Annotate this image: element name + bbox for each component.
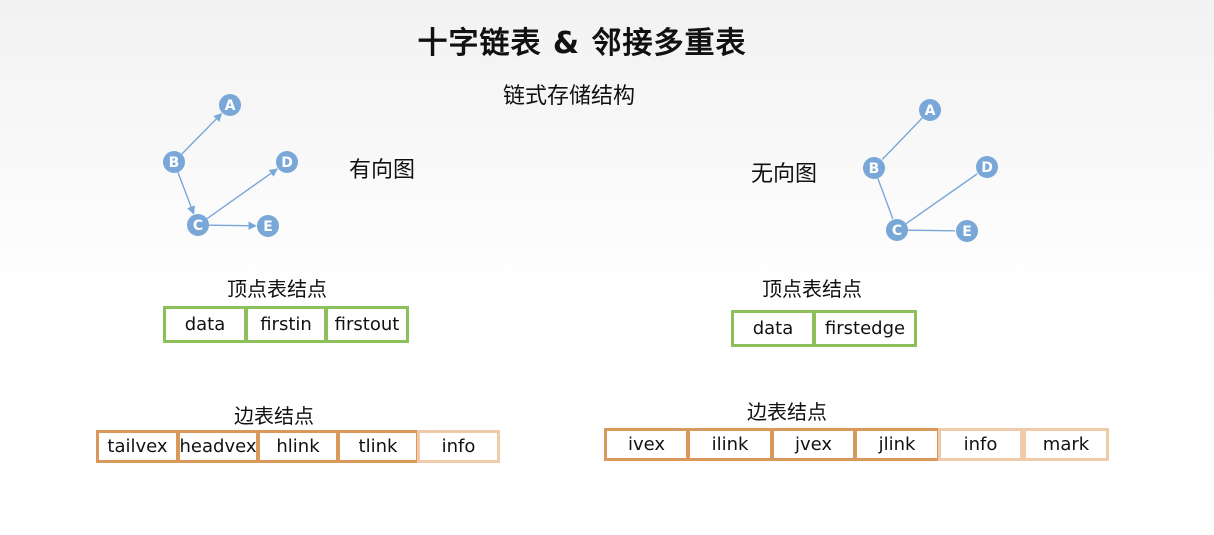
directed-vertex-heading: 顶点表结点 (227, 277, 327, 301)
undirected-graph: A B C D E (863, 99, 998, 242)
undirected-vertex-node: data firstedge (731, 310, 917, 347)
edge-c-e (208, 221, 257, 230)
undirected-vertex-heading: 顶点表结点 (762, 277, 862, 301)
node-label-d: D (281, 155, 293, 171)
node-label-e: E (263, 219, 273, 235)
directed-graph-label: 有向图 (349, 158, 416, 183)
node-label-b: B (869, 161, 880, 177)
edge-field-tlink: tlink (337, 430, 419, 463)
node-label-b: B (169, 155, 180, 171)
edge-b-a (181, 112, 223, 155)
edge-field-info: info (938, 428, 1023, 461)
undirected-edge-heading: 边表结点 (747, 400, 827, 424)
node-label-d: D (981, 160, 993, 176)
edge-field-tailvex: tailvex (96, 430, 179, 463)
edge-c-d (905, 173, 978, 225)
vertex-field-firstedge: firstedge (813, 310, 917, 347)
edge-b-c (877, 178, 894, 219)
edge-field-ilink: ilink (687, 428, 773, 461)
undirected-graph-label: 无向图 (751, 162, 818, 187)
node-label-c: C (892, 223, 902, 239)
vertex-field-firstin: firstin (245, 306, 327, 343)
edge-field-jvex: jvex (771, 428, 856, 461)
edge-field-info: info (417, 430, 500, 463)
edge-field-ivex: ivex (604, 428, 689, 461)
directed-edge-node: tailvex headvex hlink tlink info (96, 430, 500, 463)
node-label-c: C (193, 218, 203, 234)
directed-graph: A B C D E (163, 94, 298, 237)
node-label-a: A (925, 103, 936, 119)
edge-c-d (206, 168, 278, 220)
edge-field-mark: mark (1023, 428, 1109, 461)
node-label-a: A (225, 98, 236, 114)
slide-title: 十字链表 & 邻接多重表 (417, 26, 747, 61)
edge-a-b (881, 117, 923, 160)
directed-vertex-node: data firstin firstout (163, 306, 409, 343)
vertex-field-data: data (163, 306, 247, 343)
directed-edge-heading: 边表结点 (234, 404, 314, 428)
edge-field-headvex: headvex (177, 430, 259, 463)
vertex-field-firstout: firstout (325, 306, 409, 343)
vertex-field-data: data (731, 310, 815, 347)
undirected-edge-node: ivex ilink jvex jlink info mark (604, 428, 1109, 461)
edge-field-jlink: jlink (854, 428, 940, 461)
edge-field-hlink: hlink (257, 430, 339, 463)
edge-b-c (177, 172, 195, 215)
edge-c-e (907, 229, 956, 232)
node-label-e: E (962, 224, 972, 240)
